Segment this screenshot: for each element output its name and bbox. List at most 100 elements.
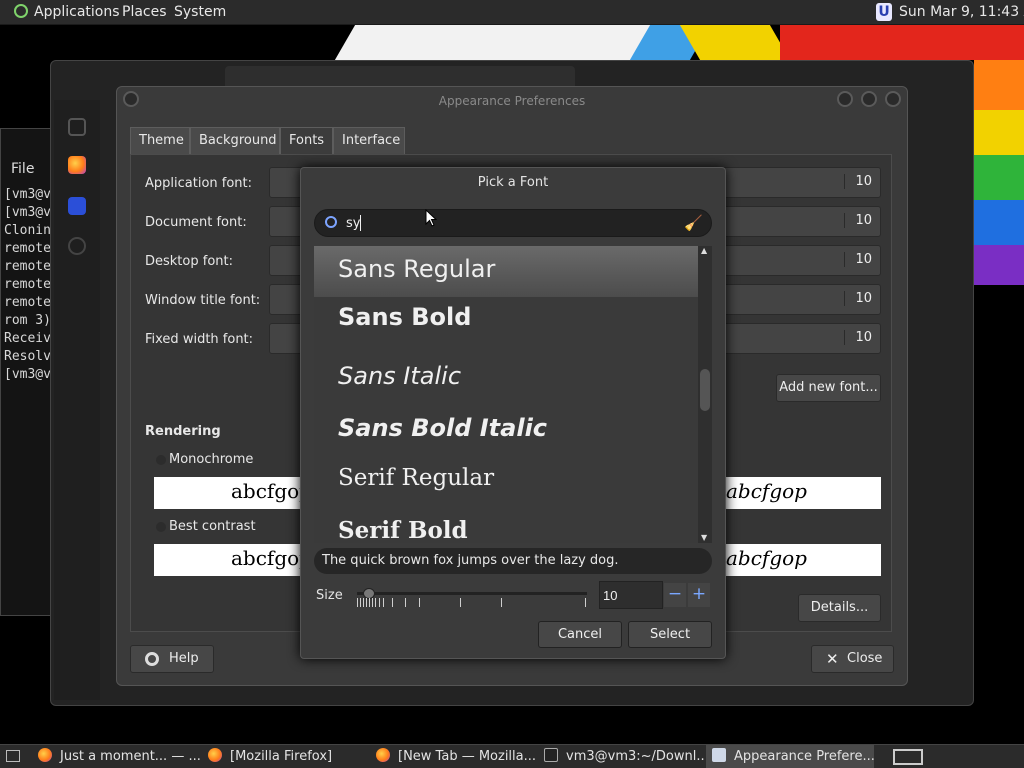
desktop-font-label: Desktop font:	[145, 254, 233, 269]
wallpaper-stripe-purple	[974, 245, 1024, 285]
font-list-item[interactable]: Sans Bold Italic	[314, 414, 698, 442]
distro-logo-icon[interactable]	[14, 4, 28, 18]
slider-tick	[366, 598, 367, 607]
clock[interactable]: Sun Mar 9, 11:43 AM	[899, 4, 1024, 20]
font-size-slider[interactable]	[357, 588, 587, 612]
font-size-value: 10	[844, 174, 872, 189]
terminal-file-menu[interactable]: File	[11, 161, 34, 177]
cancel-button[interactable]: Cancel	[538, 621, 622, 648]
slider-tick	[372, 598, 373, 607]
applications-menu[interactable]: Applications	[34, 4, 120, 20]
taskbar-item[interactable]: vm3@vm3:~/Downl...	[538, 745, 706, 768]
best-contrast-label: Best contrast	[169, 519, 256, 534]
clear-search-icon[interactable]: 🧹	[684, 214, 703, 232]
slider-tick	[369, 598, 370, 607]
font-size-spin-input[interactable]	[599, 581, 663, 609]
slider-tick	[585, 598, 586, 607]
font-size-value: 10	[844, 252, 872, 267]
window-title-font-label: Window title font:	[145, 293, 261, 308]
add-icon[interactable]	[68, 237, 86, 255]
terminal-line: rom 3)	[4, 313, 51, 328]
firefox-icon[interactable]	[68, 156, 86, 174]
places-menu[interactable]: Places	[122, 4, 167, 20]
font-list-item[interactable]: Sans Bold	[314, 303, 698, 331]
best-contrast-radio[interactable]	[156, 522, 166, 532]
font-search-input[interactable]: sy 🧹	[314, 209, 712, 237]
terminal-line: remote	[4, 241, 51, 256]
font-list-item[interactable]: Serif Regular	[314, 465, 698, 491]
terminal-window[interactable]: File [vm3@v [vm3@v Clonin remote remote …	[0, 128, 52, 616]
taskbar-item[interactable]: [New Tab — Mozilla...	[370, 745, 538, 768]
close-button[interactable]: ✕ Close	[811, 645, 894, 673]
text-caret	[360, 215, 361, 231]
preview-sample-text-italic: abcfgop	[726, 479, 807, 503]
rendering-heading: Rendering	[145, 424, 221, 439]
help-button-label: Help	[169, 651, 199, 666]
help-icon	[145, 652, 159, 666]
details-button[interactable]: Details...	[798, 594, 881, 622]
close-icon: ✕	[826, 650, 839, 668]
wallpaper-stripe-blue-2	[974, 200, 1024, 245]
font-list[interactable]: Sans Regular Sans Bold Sans Italic Sans …	[314, 246, 698, 543]
close-button-label: Close	[847, 651, 883, 666]
size-label: Size	[316, 588, 343, 603]
extension-icon[interactable]	[68, 197, 86, 215]
terminal-line: Clonin	[4, 223, 51, 238]
application-font-label: Application font:	[145, 176, 253, 191]
font-list-scrollbar[interactable]: ▲ ▼	[698, 246, 712, 543]
slider-track	[357, 592, 587, 595]
firefox-icon	[38, 748, 52, 762]
taskbar-item[interactable]: [Mozilla Firefox]	[202, 745, 370, 768]
font-list-item-selected[interactable]: Sans Regular	[314, 246, 698, 297]
font-list-item[interactable]: Serif Bold	[314, 517, 698, 543]
wallpaper-stripe-red	[780, 25, 1024, 60]
show-desktop-icon[interactable]	[6, 750, 20, 762]
slider-tick	[501, 598, 502, 607]
firefox-sidebar	[54, 100, 100, 700]
taskbar-item-label: Just a moment... — ...	[60, 749, 201, 764]
mouse-pointer-icon	[425, 209, 437, 227]
fixed-width-font-label: Fixed width font:	[145, 332, 254, 347]
search-icon	[325, 216, 337, 228]
terminal-line: remote	[4, 277, 51, 292]
minimize-icon[interactable]	[837, 91, 853, 107]
bookmarks-icon[interactable]	[68, 118, 86, 136]
font-list-item[interactable]: Sans Italic	[314, 362, 698, 390]
slider-tick	[379, 598, 380, 607]
terminal-line: [vm3@v	[4, 187, 51, 202]
search-value: sy	[346, 216, 361, 231]
scroll-up-icon[interactable]: ▲	[701, 246, 707, 255]
scrollbar-thumb[interactable]	[700, 369, 710, 411]
system-menu[interactable]: System	[174, 4, 226, 20]
terminal-line: Receiv	[4, 331, 51, 346]
monochrome-radio[interactable]	[156, 455, 166, 465]
terminal-line: remote	[4, 259, 51, 274]
updater-icon[interactable]: U	[876, 3, 892, 21]
monochrome-label: Monochrome	[169, 452, 254, 467]
window-title: Appearance Preferences	[438, 94, 586, 108]
tab-fonts[interactable]: Fonts	[280, 127, 333, 154]
slider-tick	[392, 598, 393, 607]
dialog-title: Pick a Font	[477, 175, 549, 190]
scroll-down-icon[interactable]: ▼	[701, 533, 707, 542]
window-menu-icon[interactable]	[123, 91, 139, 107]
maximize-icon[interactable]	[861, 91, 877, 107]
slider-tick	[357, 598, 358, 607]
close-window-icon[interactable]	[885, 91, 901, 107]
select-button[interactable]: Select	[628, 621, 712, 648]
slider-tick	[363, 598, 364, 607]
increase-size-button[interactable]: +	[688, 583, 710, 607]
appearance-icon	[712, 748, 726, 762]
taskbar-item-active[interactable]: Appearance Prefere...	[706, 745, 874, 768]
decrease-size-button[interactable]: −	[664, 583, 686, 607]
tab-interface[interactable]: Interface	[333, 127, 405, 154]
wallpaper-stripe-orange	[974, 60, 1024, 110]
tab-background[interactable]: Background	[190, 127, 280, 154]
taskbar-item[interactable]: Just a moment... — ...	[32, 745, 202, 768]
font-size-value: 10	[844, 213, 872, 228]
add-new-font-button[interactable]: Add new font...	[776, 374, 881, 402]
font-preview-field[interactable]: The quick brown fox jumps over the lazy …	[314, 548, 712, 574]
workspace-switcher[interactable]	[893, 749, 923, 765]
help-button[interactable]: Help	[130, 645, 214, 673]
tab-theme[interactable]: Theme	[130, 127, 190, 154]
